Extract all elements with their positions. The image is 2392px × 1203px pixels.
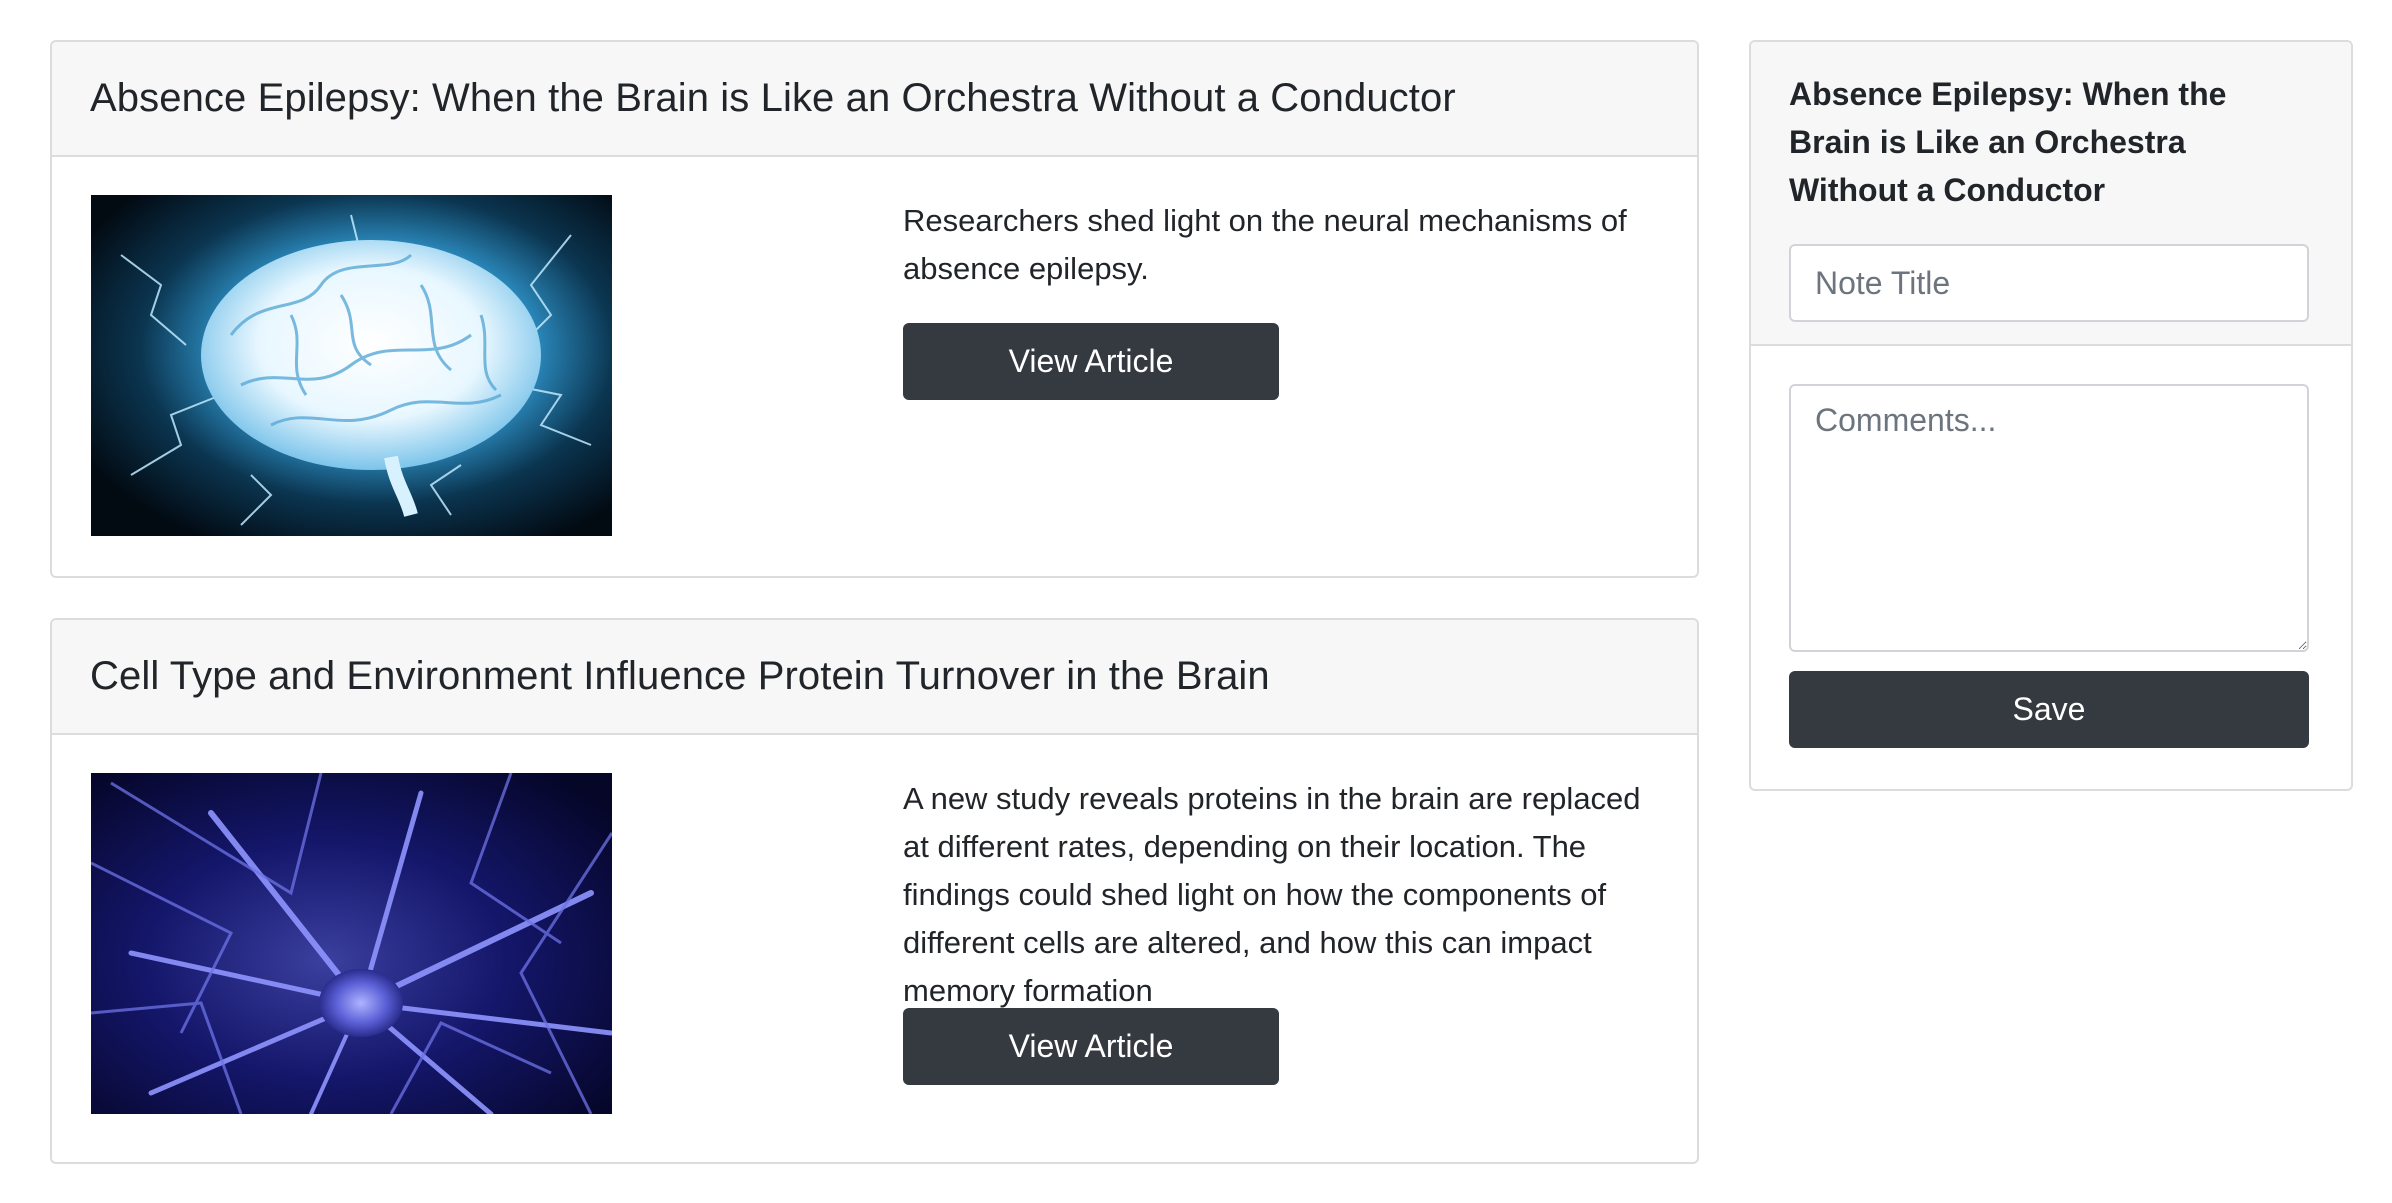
view-article-button[interactable]: View Article (903, 1008, 1279, 1085)
article-summary: Researchers shed light on the neural mec… (903, 203, 1627, 286)
article-card-header: Cell Type and Environment Influence Prot… (52, 620, 1697, 735)
note-panel-body: Save (1751, 346, 2351, 748)
article-card: Absence Epilepsy: When the Brain is Like… (50, 40, 1699, 578)
article-card-header: Absence Epilepsy: When the Brain is Like… (52, 42, 1697, 157)
note-article-title: Absence Epilepsy: When the Brain is Like… (1789, 76, 2227, 208)
article-title: Absence Epilepsy: When the Brain is Like… (90, 76, 1456, 120)
view-article-button[interactable]: View Article (903, 323, 1279, 400)
article-card: Cell Type and Environment Influence Prot… (50, 618, 1699, 1164)
page: Absence Epilepsy: When the Brain is Like… (0, 0, 2392, 1203)
save-note-button[interactable]: Save (1789, 671, 2309, 748)
neuron-network-image (91, 773, 612, 1114)
article-title: Cell Type and Environment Influence Prot… (90, 654, 1270, 698)
note-panel: Absence Epilepsy: When the Brain is Like… (1749, 40, 2353, 791)
article-summary: A new study reveals proteins in the brai… (903, 781, 1641, 1008)
note-panel-header: Absence Epilepsy: When the Brain is Like… (1751, 42, 2351, 346)
glowing-brain-image (91, 195, 612, 536)
note-comments-textarea[interactable] (1789, 384, 2309, 652)
note-title-input[interactable] (1789, 244, 2309, 322)
